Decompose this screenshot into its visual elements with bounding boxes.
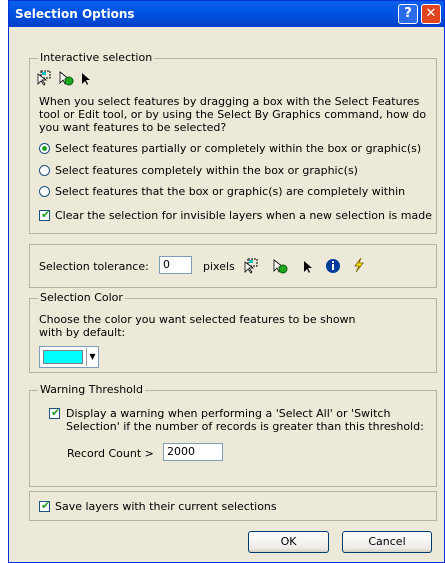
display-warning-label: Display a warning when performing a 'Sel… xyxy=(66,407,424,433)
hyperlink-lightning-icon xyxy=(354,257,364,273)
selection-options-dialog: Selection Options ? ✕ Interactive select… xyxy=(8,0,445,563)
cancel-button[interactable]: Cancel xyxy=(342,531,432,553)
save-layers-group: ✔ Save layers with their current selecti… xyxy=(29,491,437,521)
window-title: Selection Options xyxy=(15,7,135,21)
radio-box-within-features[interactable] xyxy=(39,186,50,197)
clear-invisible-checkbox[interactable]: ✔ xyxy=(39,208,50,221)
record-count-value: 2000 xyxy=(167,445,195,458)
record-count-label: Record Count > xyxy=(67,447,154,460)
radio-box-within-features-label: Select features that the box or graphic(… xyxy=(55,185,406,198)
title-bar: Selection Options ? ✕ xyxy=(9,1,444,27)
clear-invisible-label: Clear the selection for invisible layers… xyxy=(55,209,432,222)
selection-color-picker[interactable]: ▼ xyxy=(39,346,99,368)
ok-button[interactable]: OK xyxy=(248,531,329,553)
warning-threshold-caption: Warning Threshold xyxy=(38,383,145,396)
select-features-icon xyxy=(37,70,51,86)
radio-completely-within[interactable] xyxy=(39,165,50,176)
save-layers-checkbox[interactable]: ✔ xyxy=(39,499,50,512)
save-layers-label: Save layers with their current selection… xyxy=(55,500,277,513)
warning-threshold-group: Warning Threshold ✔ Display a warning wh… xyxy=(29,383,437,487)
selection-tolerance-group: Selection tolerance: 0 pixels xyxy=(29,244,437,288)
chevron-down-icon[interactable]: ▼ xyxy=(86,348,98,366)
radio-partially-within-label: Select features partially or completely … xyxy=(55,142,422,155)
record-count-input[interactable]: 2000 xyxy=(163,443,223,461)
selection-tolerance-value: 0 xyxy=(163,258,170,271)
radio-partially-within[interactable] xyxy=(39,143,50,154)
interactive-selection-group: Interactive selection When you select fe… xyxy=(29,51,437,234)
select-by-graphics-icon xyxy=(59,71,74,86)
display-warning-checkbox[interactable]: ✔ xyxy=(49,406,60,419)
help-question-icon[interactable]: ? xyxy=(398,4,418,24)
pointer-arrow-icon xyxy=(304,261,312,273)
selection-tolerance-label: Selection tolerance: xyxy=(39,260,149,273)
pointer-arrow-icon xyxy=(82,73,90,85)
close-x-icon[interactable]: ✕ xyxy=(421,4,441,24)
pixels-unit-label: pixels xyxy=(203,260,235,273)
selection-color-group: Selection Color Choose the color you wan… xyxy=(29,291,437,373)
select-by-graphics-icon xyxy=(273,259,288,274)
selection-color-description: Choose the color you want selected featu… xyxy=(39,313,356,339)
select-features-icon xyxy=(244,258,258,274)
selection-tolerance-input[interactable]: 0 xyxy=(159,256,192,274)
identify-info-icon xyxy=(326,259,340,273)
interactive-selection-caption: Interactive selection xyxy=(38,51,155,64)
selection-color-caption: Selection Color xyxy=(38,291,125,304)
selection-color-swatch xyxy=(43,350,83,364)
radio-completely-within-label: Select features completely within the bo… xyxy=(55,164,358,177)
interactive-selection-description: When you select features by dragging a b… xyxy=(39,95,427,134)
